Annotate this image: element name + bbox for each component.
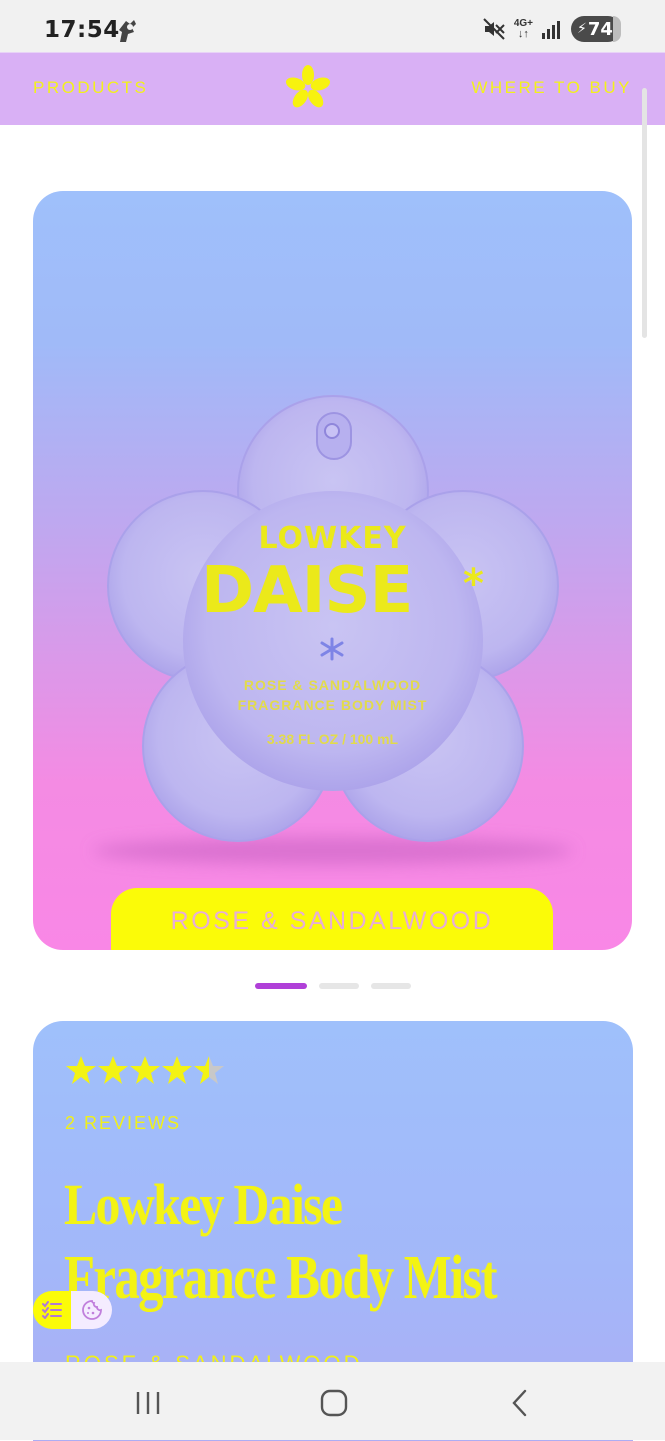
product-label-name: DAISE xyxy=(201,554,413,628)
reviews-link[interactable]: 2 REVIEWS xyxy=(65,1113,181,1134)
home-button[interactable] xyxy=(314,1386,354,1420)
system-navigation-bar xyxy=(0,1362,665,1440)
product-image-carousel[interactable]: LOWKEY DAISE * ROSE & SANDALWOOD FRAGRAN… xyxy=(33,191,632,950)
scent-label-pill: ROSE & SANDALWOOD xyxy=(111,888,553,950)
status-icons: 4G+ ↓↑ ⚡ 74 xyxy=(482,16,621,42)
recent-apps-icon xyxy=(136,1392,160,1414)
carousel-pagination xyxy=(255,983,411,989)
carousel-dot-1[interactable] xyxy=(255,983,307,989)
site-header: PRODUCTS WHERE TO BUY xyxy=(0,52,665,125)
product-label-brand: LOWKEY xyxy=(258,521,407,556)
home-icon xyxy=(320,1389,348,1417)
checklist-icon xyxy=(42,1301,62,1319)
back-icon xyxy=(512,1389,527,1417)
product-label-type: FRAGRANCE BODY MIST xyxy=(237,697,428,713)
mute-vibrate-icon xyxy=(483,18,505,40)
product-label-asterisk: * xyxy=(463,561,484,607)
rating-stars[interactable] xyxy=(65,1055,225,1087)
recent-apps-button[interactable] xyxy=(128,1386,168,1420)
nav-products-link[interactable]: PRODUCTS xyxy=(33,78,148,98)
nav-where-to-buy-link[interactable]: WHERE TO BUY xyxy=(471,78,632,98)
product-label-scent: ROSE & SANDALWOOD xyxy=(243,677,422,693)
product-subtitle: Fragrance Body Mist xyxy=(64,1244,498,1312)
product-label-volume: 3.38 FL OZ / 100 mL xyxy=(266,731,399,747)
signal-icon xyxy=(542,21,560,39)
carousel-dot-3[interactable] xyxy=(371,983,411,989)
status-bar: 17:54 4G+ ↓↑ ⚡ 74 xyxy=(0,0,665,52)
page-scrollbar[interactable] xyxy=(642,88,647,338)
product-title: Lowkey Daise xyxy=(64,1172,343,1237)
asterisk-flower-logo[interactable] xyxy=(284,64,332,112)
cookie-icon xyxy=(81,1300,102,1320)
star-rating-icon xyxy=(66,1056,224,1084)
battery-level: 74 xyxy=(587,18,613,40)
checklist-button[interactable] xyxy=(33,1291,71,1329)
floating-widget xyxy=(33,1291,112,1329)
network-4g-icon: 4G+ ↓↑ xyxy=(513,18,533,40)
back-button[interactable] xyxy=(500,1386,540,1420)
battery-charging-icon: ⚡ 74 xyxy=(571,16,621,42)
cookie-settings-button[interactable] xyxy=(71,1291,112,1329)
app-notification-icon xyxy=(119,20,136,42)
status-time: 17:54 xyxy=(44,17,120,43)
carousel-dot-2[interactable] xyxy=(319,983,359,989)
